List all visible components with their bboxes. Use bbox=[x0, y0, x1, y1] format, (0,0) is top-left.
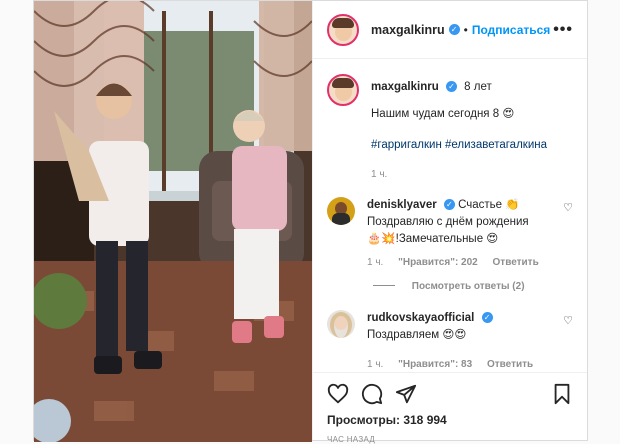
post-actions: Просмотры: 318 994 ЧАС НАЗАД bbox=[313, 372, 587, 444]
caption-hashtags[interactable]: #гарригалкин #елизаветагалкина bbox=[371, 137, 573, 154]
comment-text: Поздравляю с днём рождения bbox=[367, 216, 529, 228]
caption-username[interactable]: maxgalkinru bbox=[371, 81, 439, 93]
comment-username[interactable]: rudkovskayaofficial bbox=[367, 312, 474, 324]
reply-button[interactable]: Ответить bbox=[487, 359, 533, 370]
post-dialog: maxgalkinru ✓ • Подписаться ••• maxgalki… bbox=[33, 0, 588, 444]
avatar[interactable] bbox=[327, 310, 355, 338]
share-icon[interactable] bbox=[395, 383, 417, 405]
view-count[interactable]: Просмотры: 318 994 bbox=[327, 413, 573, 427]
caption-time: 8 лет bbox=[464, 81, 492, 93]
post-video[interactable] bbox=[34, 1, 312, 442]
caption-block: maxgalkinru ✓ 8 лет Нашим чудам сегодня … bbox=[327, 74, 573, 183]
comment-text: Счастье 👏 bbox=[458, 199, 520, 211]
verified-badge-icon: ✓ bbox=[448, 24, 460, 35]
follow-button[interactable]: Подписаться bbox=[472, 23, 550, 37]
action-bar bbox=[327, 381, 573, 407]
comment-text: Поздравляем 😍😍 bbox=[367, 329, 467, 341]
separator-dot: • bbox=[463, 22, 468, 37]
comment-likes[interactable]: "Нравится": 83 bbox=[398, 359, 472, 370]
view-replies-button[interactable]: Посмотреть ответы (2) bbox=[373, 281, 573, 292]
caption-text: Нашим чудам сегодня 8 😍 bbox=[371, 108, 515, 120]
comment-text: 🎂💥!Замечательные 😍 bbox=[367, 233, 499, 245]
comment-item: denisklyaver ✓ Счастье 👏 Поздравляю с дн… bbox=[327, 197, 573, 271]
verified-badge-icon: ✓ bbox=[443, 199, 455, 210]
more-options-icon[interactable]: ••• bbox=[553, 21, 573, 39]
comment-like-heart-icon[interactable]: ♡ bbox=[563, 314, 573, 373]
bookmark-icon[interactable] bbox=[551, 383, 573, 405]
comment-icon[interactable] bbox=[361, 383, 383, 405]
comment-age: 1 ч. bbox=[367, 359, 384, 370]
comment-username[interactable]: denisklyaver bbox=[367, 199, 437, 211]
replies-divider bbox=[373, 285, 395, 286]
avatar[interactable] bbox=[327, 197, 355, 225]
view-replies-label: Посмотреть ответы (2) bbox=[411, 281, 525, 292]
reply-button[interactable]: Ответить bbox=[493, 257, 539, 268]
heart-icon[interactable] bbox=[327, 383, 349, 405]
author-username[interactable]: maxgalkinru bbox=[371, 23, 445, 37]
comment-age: 1 ч. bbox=[367, 257, 384, 268]
video-frame bbox=[34, 1, 312, 442]
post-side-panel: maxgalkinru ✓ • Подписаться ••• maxgalki… bbox=[312, 1, 587, 444]
verified-badge-icon: ✓ bbox=[481, 312, 493, 323]
comment-item: rudkovskayaofficial ✓ Поздравляем 😍😍 1 ч… bbox=[327, 310, 573, 373]
comment-likes[interactable]: "Нравится": 202 bbox=[398, 257, 478, 268]
avatar[interactable] bbox=[327, 13, 359, 46]
comment-like-heart-icon[interactable]: ♡ bbox=[563, 201, 573, 271]
verified-badge-icon: ✓ bbox=[445, 81, 457, 92]
post-timestamp[interactable]: ЧАС НАЗАД bbox=[327, 435, 573, 444]
caption-age: 1 ч. bbox=[371, 169, 388, 180]
avatar[interactable] bbox=[327, 74, 359, 106]
post-header: maxgalkinru ✓ • Подписаться ••• bbox=[313, 1, 587, 59]
comments-list: maxgalkinru ✓ 8 лет Нашим чудам сегодня … bbox=[313, 60, 587, 373]
